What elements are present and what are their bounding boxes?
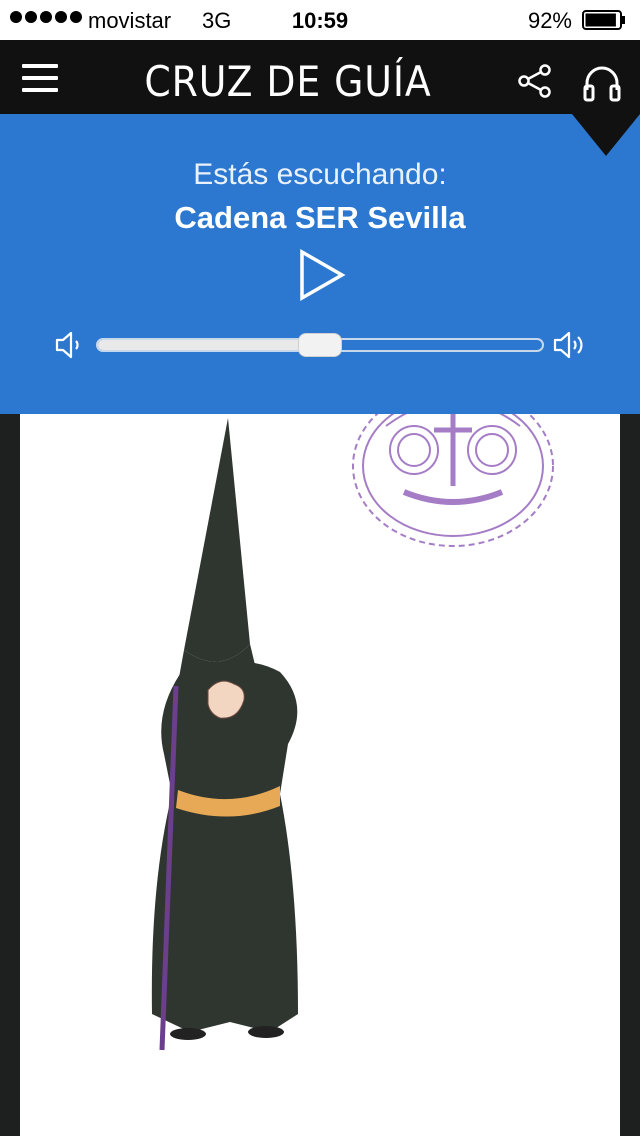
battery-icon	[582, 10, 625, 30]
app-header: CRUZ DE GUÍA	[0, 40, 640, 114]
article-content	[20, 414, 620, 1136]
volume-slider[interactable]	[96, 333, 544, 357]
brotherhood-crest-image	[352, 414, 554, 547]
status-bar: movistar 3G 10:59 92%	[0, 0, 640, 40]
volume-high-icon[interactable]	[552, 330, 588, 360]
play-button[interactable]	[296, 248, 348, 302]
nazareno-illustration	[151, 418, 298, 1051]
battery-percentage: 92%	[527, 8, 572, 33]
dropdown-caret	[572, 114, 640, 156]
app-title: CRUZ DE GUÍA	[144, 57, 432, 106]
volume-low-icon[interactable]	[54, 330, 86, 360]
share-icon[interactable]	[516, 62, 554, 100]
headphones-icon[interactable]	[582, 64, 622, 102]
volume-slider-thumb[interactable]	[298, 333, 342, 357]
now-listening-label: Estás escuchando:	[193, 158, 447, 191]
volume-fill	[98, 340, 320, 350]
radio-player-panel: Estás escuchando: Cadena SER Sevilla	[0, 114, 640, 414]
station-name: Cadena SER Sevilla	[174, 200, 466, 235]
